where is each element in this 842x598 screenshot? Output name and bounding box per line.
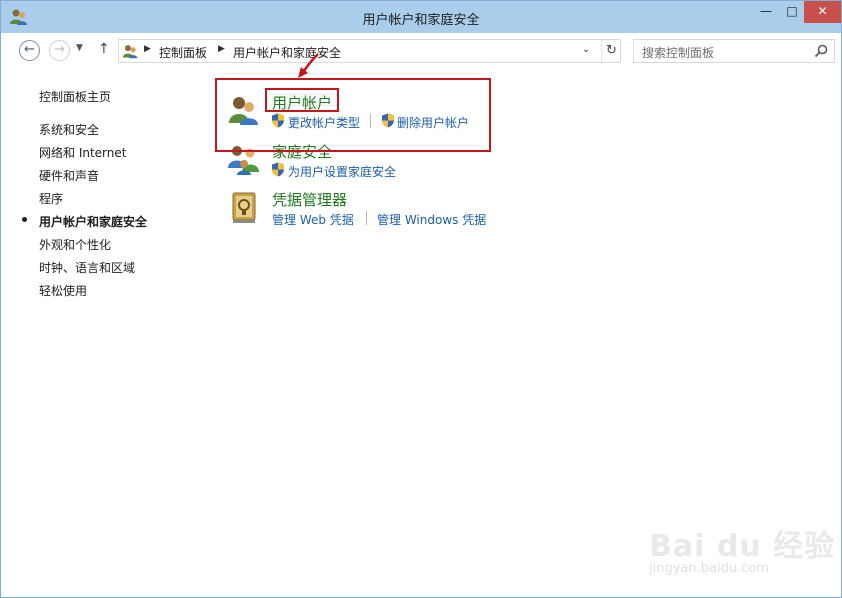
current-page-bullet-icon: [22, 217, 27, 222]
watermark-brand: Bai du 经验: [649, 529, 836, 564]
setup-family-safety-link[interactable]: 为用户设置家庭安全: [288, 163, 396, 180]
title-bar[interactable]: 用户帐户和家庭安全 — □ ✕: [1, 1, 841, 33]
up-arrow-icon[interactable]: ↑: [98, 41, 110, 57]
minimize-button[interactable]: —: [752, 1, 780, 23]
highlight-box-user-accounts-title: [265, 88, 339, 112]
manage-web-credentials-link[interactable]: 管理 Web 凭据: [272, 211, 354, 228]
sidebar-item-system-security[interactable]: 系统和安全: [39, 121, 99, 138]
breadcrumb-separator-icon[interactable]: ▶: [218, 44, 225, 54]
close-button[interactable]: ✕: [804, 1, 841, 23]
search-placeholder: 搜索控制面板: [642, 46, 715, 60]
breadcrumb-user-accounts[interactable]: 用户帐户和家庭安全: [233, 44, 341, 61]
watermark-url: jingyan.baidu.com: [649, 561, 769, 576]
annotation-arrow-icon: [298, 53, 319, 78]
uac-shield-icon: [272, 162, 284, 177]
sidebar-item-ease-of-access[interactable]: 轻松使用: [39, 282, 87, 299]
sidebar-item-network-internet[interactable]: 网络和 Internet: [39, 144, 126, 161]
maximize-button[interactable]: □: [778, 1, 806, 23]
users-icon: [122, 45, 138, 59]
sidebar-item-clock-language[interactable]: 时钟、语言和区域: [39, 259, 135, 276]
credential-manager-icon[interactable]: [227, 190, 261, 224]
category-title-credential-manager[interactable]: 凭据管理器: [272, 189, 347, 210]
recent-locations-chevron-icon[interactable]: ▼: [76, 43, 83, 53]
address-bar[interactable]: ▶ 控制面板 ▶ 用户帐户和家庭安全 ⌄ ↻: [118, 39, 621, 63]
sidebar-item-programs[interactable]: 程序: [39, 190, 63, 207]
control-panel-window: 用户帐户和家庭安全 — □ ✕ ← → ▼ ↑ ▶ 控制面板 ▶ 用户帐户和家庭…: [0, 0, 842, 598]
sidebar-item-appearance[interactable]: 外观和个性化: [39, 236, 111, 253]
refresh-button[interactable]: ↻: [601, 40, 621, 62]
back-button[interactable]: ←: [19, 40, 40, 61]
breadcrumb-control-panel[interactable]: 控制面板: [159, 44, 207, 61]
watermark-logo: Bai du 经验 jingyan.baidu.com: [649, 503, 834, 583]
sidebar-item-control-panel-home[interactable]: 控制面板主页: [39, 88, 111, 105]
highlight-box-user-accounts: [215, 78, 491, 152]
manage-windows-credentials-link[interactable]: 管理 Windows 凭据: [377, 211, 486, 228]
sidebar-item-hardware-sound[interactable]: 硬件和声音: [39, 167, 99, 184]
sidebar-item-user-accounts[interactable]: 用户帐户和家庭安全: [39, 213, 147, 230]
forward-button[interactable]: →: [49, 40, 70, 61]
search-input[interactable]: 搜索控制面板: [633, 39, 835, 63]
address-dropdown-chevron-icon[interactable]: ⌄: [582, 44, 590, 55]
search-icon[interactable]: [814, 44, 828, 58]
link-separator: [366, 211, 367, 225]
window-title: 用户帐户和家庭安全: [362, 13, 480, 28]
breadcrumb-separator-icon[interactable]: ▶: [144, 44, 151, 54]
navigation-bar: ← → ▼ ↑ ▶ 控制面板 ▶ 用户帐户和家庭安全 ⌄ ↻ 搜索控制面板: [1, 33, 841, 69]
